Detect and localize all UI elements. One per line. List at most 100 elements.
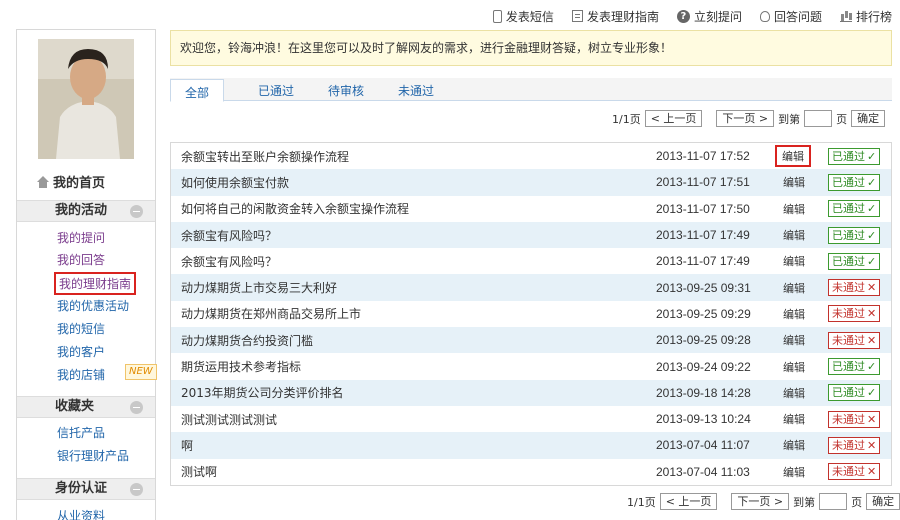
edit-button[interactable]: 编辑: [783, 359, 805, 375]
status-badge: 未通过 ✕: [828, 305, 881, 323]
status-badge: 未通过 ✕: [828, 410, 881, 428]
edit-button[interactable]: 编辑: [783, 464, 805, 480]
goto-suffix: 页: [836, 112, 848, 126]
page-number-input[interactable]: [819, 493, 848, 510]
edit-button[interactable]: 编辑: [783, 437, 805, 453]
table-row: 2013年期货公司分类评价排名 2013-09-18 14:28 编辑 已通过 ✓: [171, 379, 891, 406]
sidebar-item-my-shop[interactable]: 我的店铺: [57, 366, 105, 383]
confirm-button[interactable]: 确定: [866, 493, 900, 510]
edit-button[interactable]: 编辑: [783, 201, 805, 217]
collapse-icon[interactable]: [130, 205, 143, 218]
next-page-button[interactable]: 下一页 >: [731, 493, 790, 510]
row-title-link[interactable]: 啊: [181, 437, 193, 454]
row-title-link[interactable]: 余额宝有风险吗？: [181, 227, 277, 244]
cross-icon: ✕: [867, 412, 877, 426]
publish-guide-label: 发表理财指南: [586, 9, 659, 24]
sidebar-item-trust-products[interactable]: 信托产品: [57, 424, 105, 441]
tab-rejected[interactable]: 未通过: [398, 82, 434, 99]
next-page-button[interactable]: 下一页 >: [716, 110, 775, 127]
answer-question-label: 回答问题: [773, 9, 822, 24]
status-label: 未通过: [832, 281, 865, 295]
sidebar-item-my-sms[interactable]: 我的短信: [57, 320, 105, 337]
table-row: 如何使用余额宝付款 2013-11-07 17:51 编辑 已通过 ✓: [171, 169, 891, 196]
row-title-link[interactable]: 测试测试测试测试: [181, 411, 277, 428]
tab-all[interactable]: 全部: [170, 79, 225, 102]
page-number-input[interactable]: [804, 110, 833, 127]
edit-button[interactable]: 编辑: [783, 411, 805, 427]
send-sms-link[interactable]: 发表短信: [492, 8, 554, 25]
ask-question-link[interactable]: ? 立刻提问: [676, 8, 742, 25]
pager-top: 1/1页 < 上一页 下一页 > 到第 页 确定: [612, 110, 886, 127]
table-row: 期货运用技术参考指标 2013-09-24 09:22 编辑 已通过 ✓: [171, 353, 891, 379]
answer-question-link[interactable]: 回答问题: [759, 8, 822, 25]
row-title-link[interactable]: 如何使用余额宝付款: [181, 174, 289, 191]
sidebar-item-my-promotions[interactable]: 我的优惠活动: [57, 297, 129, 314]
edit-button[interactable]: 编辑: [783, 280, 805, 296]
check-icon: ✓: [867, 149, 877, 163]
pager-bottom: 1/1页 < 上一页 下一页 > 到第 页 确定: [627, 493, 900, 510]
sidebar-item-my-answers[interactable]: 我的回答: [57, 251, 105, 268]
sidebar-item-qualification[interactable]: 从业资料: [57, 507, 105, 520]
tab-pending[interactable]: 待审核: [328, 82, 364, 99]
edit-button[interactable]: 编辑: [783, 385, 805, 401]
row-date: 2013-11-07 17:51: [656, 175, 750, 190]
home-icon: [37, 175, 49, 188]
ranking-label: 排行榜: [855, 9, 892, 24]
identity-header[interactable]: 身份认证: [17, 478, 155, 500]
home-link[interactable]: 我的首页: [37, 172, 105, 191]
home-label: 我的首页: [53, 176, 106, 191]
edit-button[interactable]: 编辑: [775, 145, 811, 168]
confirm-button[interactable]: 确定: [851, 110, 886, 127]
row-title-link[interactable]: 动力煤期货合约投资门槛: [181, 332, 313, 349]
sidebar-item-my-clients[interactable]: 我的客户: [57, 343, 105, 360]
table-row: 如何将自己的闲散资金转入余额宝操作流程 2013-11-07 17:50 编辑 已通过…: [171, 196, 891, 222]
row-date: 2013-09-25 09:29: [656, 306, 751, 321]
rank-icon: [839, 10, 852, 22]
row-title-link[interactable]: 如何将自己的闲散资金转入余额宝操作流程: [181, 200, 409, 217]
check-icon: ✓: [867, 175, 877, 189]
status-tabs: 全部 已通过 待审核 未通过: [170, 78, 892, 102]
collapse-icon[interactable]: [130, 401, 143, 414]
sidebar-item-my-guides[interactable]: 我的理财指南: [53, 272, 137, 295]
prev-page-button[interactable]: < 上一页: [644, 110, 703, 127]
row-title-link[interactable]: 期货运用技术参考指标: [181, 358, 301, 375]
row-date: 2013-09-24 09:22: [656, 359, 751, 374]
prev-page-button[interactable]: < 上一页: [659, 493, 718, 510]
table-row: 啊 2013-07-04 11:07 编辑 未通过 ✕: [171, 432, 891, 459]
status-badge: 未通过 ✕: [828, 279, 881, 297]
sidebar-item-my-questions[interactable]: 我的提问: [57, 229, 105, 246]
ask-question-label: 立刻提问: [693, 9, 742, 24]
status-badge: 已通过 ✓: [828, 173, 881, 191]
my-activity-header[interactable]: 我的活动: [17, 200, 155, 222]
row-date: 2013-11-07 17:49: [656, 228, 750, 243]
ranking-link[interactable]: 排行榜: [839, 8, 892, 25]
collapse-icon[interactable]: [130, 483, 143, 496]
row-date: 2013-09-25 09:28: [656, 333, 751, 348]
table-row: 测试啊 2013-07-04 11:03 编辑 未通过 ✕: [171, 459, 891, 485]
row-title-link[interactable]: 测试啊: [181, 463, 217, 480]
row-title-link[interactable]: 2013年期货公司分类评价排名: [181, 384, 344, 401]
check-icon: ✓: [867, 386, 877, 400]
row-title-link[interactable]: 动力煤期货在郑州商品交易所上市: [181, 305, 361, 322]
avatar[interactable]: [38, 39, 134, 159]
sidebar-item-bank-products[interactable]: 银行理财产品: [57, 447, 129, 464]
row-title-link[interactable]: 余额宝有风险吗？: [181, 253, 277, 270]
row-title-link[interactable]: 余额宝转出至账户余额操作流程: [181, 148, 349, 165]
tab-approved[interactable]: 已通过: [258, 82, 294, 99]
status-label: 已通过: [832, 386, 865, 400]
edit-button[interactable]: 编辑: [783, 227, 805, 243]
edit-button[interactable]: 编辑: [783, 332, 805, 348]
edit-button[interactable]: 编辑: [783, 253, 805, 269]
edit-button[interactable]: 编辑: [783, 174, 805, 190]
welcome-notice: 欢迎您，铃海冲浪！在这里您可以及时了解网友的需求，进行金融理财答疑，树立专业形象…: [170, 30, 892, 66]
row-title-link[interactable]: 动力煤期货上市交易三大利好: [181, 279, 337, 296]
status-label: 已通过: [832, 254, 865, 268]
status-label: 已通过: [832, 228, 865, 242]
status-badge: 未通过 ✕: [828, 436, 881, 454]
favorites-header[interactable]: 收藏夹: [17, 396, 155, 418]
publish-guide-link[interactable]: 发表理财指南: [571, 8, 659, 25]
cross-icon: ✕: [867, 281, 877, 295]
table-row: 测试测试测试测试 2013-09-13 10:24 编辑 未通过 ✕: [171, 406, 891, 432]
edit-button[interactable]: 编辑: [783, 306, 805, 322]
check-icon: ✓: [867, 360, 877, 374]
